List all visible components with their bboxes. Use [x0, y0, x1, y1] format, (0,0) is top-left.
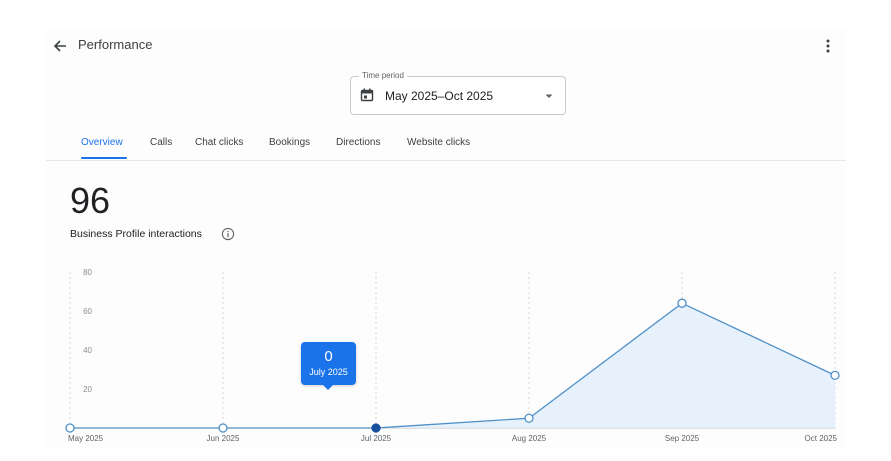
chart-tooltip: 0 July 2025	[301, 342, 356, 390]
tooltip-date: July 2025	[309, 367, 348, 377]
x-tick-label: Oct 2025	[805, 434, 838, 443]
data-point	[218, 423, 228, 433]
x-tick-label: Aug 2025	[512, 434, 547, 443]
y-tick-label: 60	[83, 307, 92, 316]
y-tick-label: 80	[83, 268, 92, 277]
data-point	[524, 413, 534, 423]
x-tick-label: May 2025	[68, 434, 104, 443]
x-tick-label: Sep 2025	[665, 434, 700, 443]
data-point	[677, 298, 687, 308]
data-point	[65, 423, 75, 433]
x-tick-label: Jul 2025	[361, 434, 392, 443]
tooltip-arrow	[323, 385, 333, 390]
x-tick-label: Jun 2025	[207, 434, 240, 443]
selected-data-point	[371, 423, 381, 433]
interactions-chart: 20 40 60 80 May 2025 Jun 2025 Jul 2025 Aug 2025…	[65, 268, 840, 443]
y-tick-label: 20	[83, 385, 92, 394]
tooltip-value: 0	[324, 348, 333, 365]
y-tick-label: 40	[83, 346, 92, 355]
data-point	[830, 370, 840, 381]
